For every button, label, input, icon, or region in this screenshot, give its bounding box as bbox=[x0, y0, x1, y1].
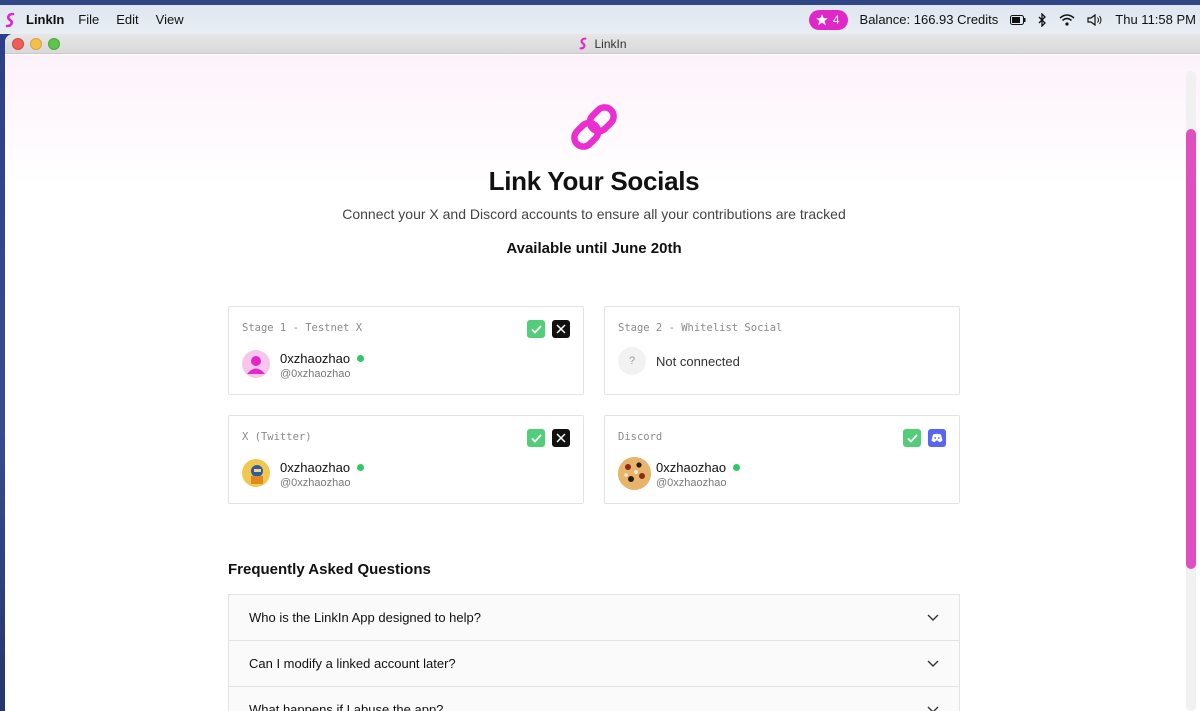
user-handle: @0xzhaozhao bbox=[280, 368, 351, 380]
avatar bbox=[242, 459, 270, 487]
bluetooth-icon[interactable] bbox=[1038, 12, 1047, 27]
x-icon[interactable] bbox=[552, 429, 570, 447]
check-icon bbox=[527, 320, 545, 338]
check-icon bbox=[527, 429, 545, 447]
link-chain-icon bbox=[566, 99, 622, 160]
faq-item[interactable]: Who is the LinkIn App designed to help? bbox=[229, 595, 959, 641]
faq-question: What happens if I abuse the app? bbox=[249, 702, 444, 711]
card-badges bbox=[903, 429, 946, 447]
card-badges bbox=[527, 429, 570, 447]
card-x-twitter[interactable]: X (Twitter) 0xzhaozhao @0xzhaozhao bbox=[228, 415, 584, 504]
linkin-logo-icon[interactable] bbox=[4, 12, 18, 28]
linkin-logo-icon bbox=[578, 37, 588, 50]
star-icon bbox=[816, 13, 828, 25]
user-handle: @0xzhaozhao bbox=[280, 477, 351, 489]
card-label: Stage 2 - Whitelist Social bbox=[618, 322, 783, 334]
notifications-pill[interactable]: 4 bbox=[808, 9, 848, 30]
question-icon: ? bbox=[618, 347, 646, 375]
online-status-dot bbox=[357, 464, 365, 471]
check-icon bbox=[903, 429, 921, 447]
app-window: LinkIn Link Your Socials Connect your X … bbox=[5, 34, 1200, 711]
username: 0xzhaozhao bbox=[280, 351, 365, 366]
app-menu[interactable]: LinkIn bbox=[26, 12, 64, 27]
card-label: Discord bbox=[618, 431, 663, 443]
close-window-button[interactable] bbox=[12, 38, 24, 50]
card-stage2-whitelist-social[interactable]: Stage 2 - Whitelist Social ? Not connect… bbox=[604, 306, 960, 395]
faq-item[interactable]: What happens if I abuse the app? bbox=[229, 687, 959, 711]
chevron-down-icon bbox=[927, 706, 939, 711]
volume-icon[interactable] bbox=[1087, 13, 1103, 26]
username: 0xzhaozhao bbox=[656, 460, 741, 475]
faq-title: Frequently Asked Questions bbox=[228, 561, 431, 578]
faq-question: Can I modify a linked account later? bbox=[249, 656, 456, 671]
online-status-dot bbox=[357, 355, 365, 362]
menu-file[interactable]: File bbox=[78, 12, 99, 27]
wifi-icon[interactable] bbox=[1059, 13, 1075, 26]
window-title: LinkIn bbox=[594, 36, 627, 51]
card-discord[interactable]: Discord 0xzhaozhao @0xzhaozhao bbox=[604, 415, 960, 504]
x-icon[interactable] bbox=[552, 320, 570, 338]
avatar bbox=[618, 457, 651, 490]
chevron-down-icon bbox=[927, 614, 939, 621]
availability-text: Available until June 20th bbox=[506, 240, 682, 257]
balance-text[interactable]: Balance: 166.93 Credits bbox=[860, 12, 999, 27]
username: 0xzhaozhao bbox=[280, 460, 365, 475]
window-titlebar[interactable]: LinkIn bbox=[5, 34, 1200, 54]
minimize-window-button[interactable] bbox=[30, 38, 42, 50]
page-title: Link Your Socials bbox=[488, 166, 700, 196]
maximize-window-button[interactable] bbox=[48, 38, 60, 50]
faq-item[interactable]: Can I modify a linked account later? bbox=[229, 641, 959, 687]
scrollbar[interactable] bbox=[1186, 71, 1196, 711]
online-status-dot bbox=[733, 464, 741, 471]
menu-view[interactable]: View bbox=[156, 12, 184, 27]
avatar bbox=[242, 350, 270, 378]
main-content: Link Your Socials Connect your X and Dis… bbox=[5, 55, 1200, 711]
battery-icon[interactable] bbox=[1010, 14, 1026, 25]
discord-icon[interactable] bbox=[928, 429, 946, 447]
notifications-count: 4 bbox=[832, 12, 840, 27]
faq-question: Who is the LinkIn App designed to help? bbox=[249, 610, 481, 625]
card-badges bbox=[527, 320, 570, 338]
scrollbar-thumb[interactable] bbox=[1186, 129, 1196, 569]
card-label: X (Twitter) bbox=[242, 431, 312, 443]
connection-status: Not connected bbox=[656, 354, 740, 369]
menubar: LinkIn File Edit View 4 Balance: 166.93 … bbox=[0, 0, 1200, 34]
card-stage1-testnet-x[interactable]: Stage 1 - Testnet X 0xzhaozhao @0xzhaozh… bbox=[228, 306, 584, 395]
card-label: Stage 1 - Testnet X bbox=[242, 322, 363, 334]
page-subtitle: Connect your X and Discord accounts to e… bbox=[342, 206, 846, 222]
clock[interactable]: Thu 11:58 PM bbox=[1115, 12, 1196, 27]
user-handle: @0xzhaozhao bbox=[656, 477, 727, 489]
menu-edit[interactable]: Edit bbox=[116, 12, 138, 27]
faq-list: Who is the LinkIn App designed to help? … bbox=[228, 594, 960, 711]
window-controls bbox=[12, 38, 60, 50]
chevron-down-icon bbox=[927, 660, 939, 667]
